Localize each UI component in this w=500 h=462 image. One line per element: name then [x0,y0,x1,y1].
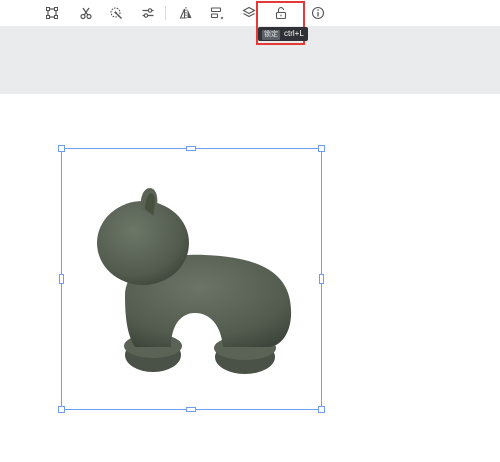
resize-handle-bottom[interactable] [186,407,196,412]
info-tool-button[interactable] [309,4,327,22]
flip-tool-button[interactable] [177,4,195,22]
tooltip-shortcut: ctrl+L [284,29,304,38]
flip-icon [179,7,192,19]
magic-wand-icon [110,7,122,19]
scissors-icon [80,7,92,20]
resize-handle-top-left[interactable] [58,145,65,152]
selection-frame [61,148,322,410]
layers-icon [242,6,256,18]
resize-handle-left[interactable] [59,274,64,284]
adjust-tool-button[interactable] [139,4,157,22]
crop-icon [46,7,58,19]
resize-handle-top-right[interactable] [318,145,325,152]
align-icon [210,7,224,20]
resize-handle-bottom-right[interactable] [318,406,325,413]
magic-tool-button[interactable] [107,4,125,22]
align-tool-button[interactable] [208,4,226,22]
tooltip-key-badge: 锁定 [262,30,280,40]
cut-tool-button[interactable] [77,4,95,22]
properties-band [0,26,500,94]
toolbar-divider [165,6,166,20]
crop-tool-button[interactable] [43,4,61,22]
resize-handle-right[interactable] [319,274,324,284]
resize-handle-top[interactable] [186,146,196,151]
resize-handle-bottom-left[interactable] [58,406,65,413]
sliders-icon [142,8,154,18]
info-icon [311,6,325,20]
lock-tooltip: 锁定 ctrl+L [258,27,308,41]
top-toolbar [0,0,500,26]
